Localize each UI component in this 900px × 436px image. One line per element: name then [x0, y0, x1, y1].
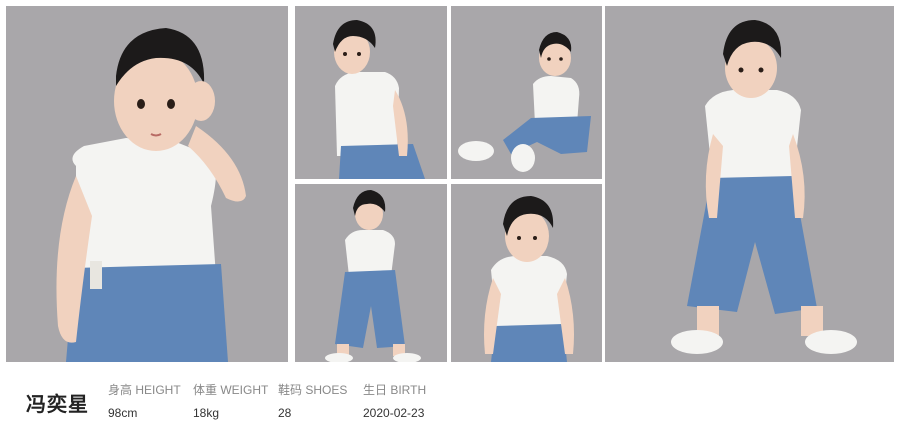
photo-5-illustration	[295, 184, 447, 362]
photo-4-illustration	[605, 6, 894, 362]
model-name: 冯奕星	[26, 394, 89, 416]
photo-sitting	[295, 6, 447, 179]
photo-6-illustration	[451, 184, 602, 362]
photo-floor-sitting	[451, 6, 602, 179]
photo-1-illustration	[6, 6, 288, 362]
shoes-field: 鞋码 SHOES 28	[278, 381, 347, 420]
weight-value: 18kg	[193, 406, 220, 420]
photo-standing-hands-waist	[295, 184, 447, 362]
photo-half-body	[451, 184, 602, 362]
photo-standing-full	[605, 6, 894, 362]
weight-label: 体重 WEIGHT	[193, 383, 269, 397]
height-label: 身高 HEIGHT	[108, 383, 181, 397]
photo-2-illustration	[295, 6, 447, 179]
profile-info-bar: 冯奕星 身高 HEIGHT 98cm 体重 WEIGHT 18kg 鞋码 SHO…	[0, 362, 900, 436]
shoes-value: 28	[278, 406, 292, 420]
height-field: 身高 HEIGHT 98cm	[108, 381, 181, 420]
photo-3-illustration	[451, 6, 602, 179]
shoes-label: 鞋码 SHOES	[278, 383, 348, 397]
photo-closeup-hand-on-head	[6, 6, 288, 362]
birth-value: 2020-02-23	[363, 406, 425, 420]
weight-field: 体重 WEIGHT 18kg	[193, 381, 268, 420]
height-value: 98cm	[108, 406, 138, 420]
birth-field: 生日 BIRTH 2020-02-23	[363, 381, 426, 420]
birth-label: 生日 BIRTH	[363, 383, 427, 397]
